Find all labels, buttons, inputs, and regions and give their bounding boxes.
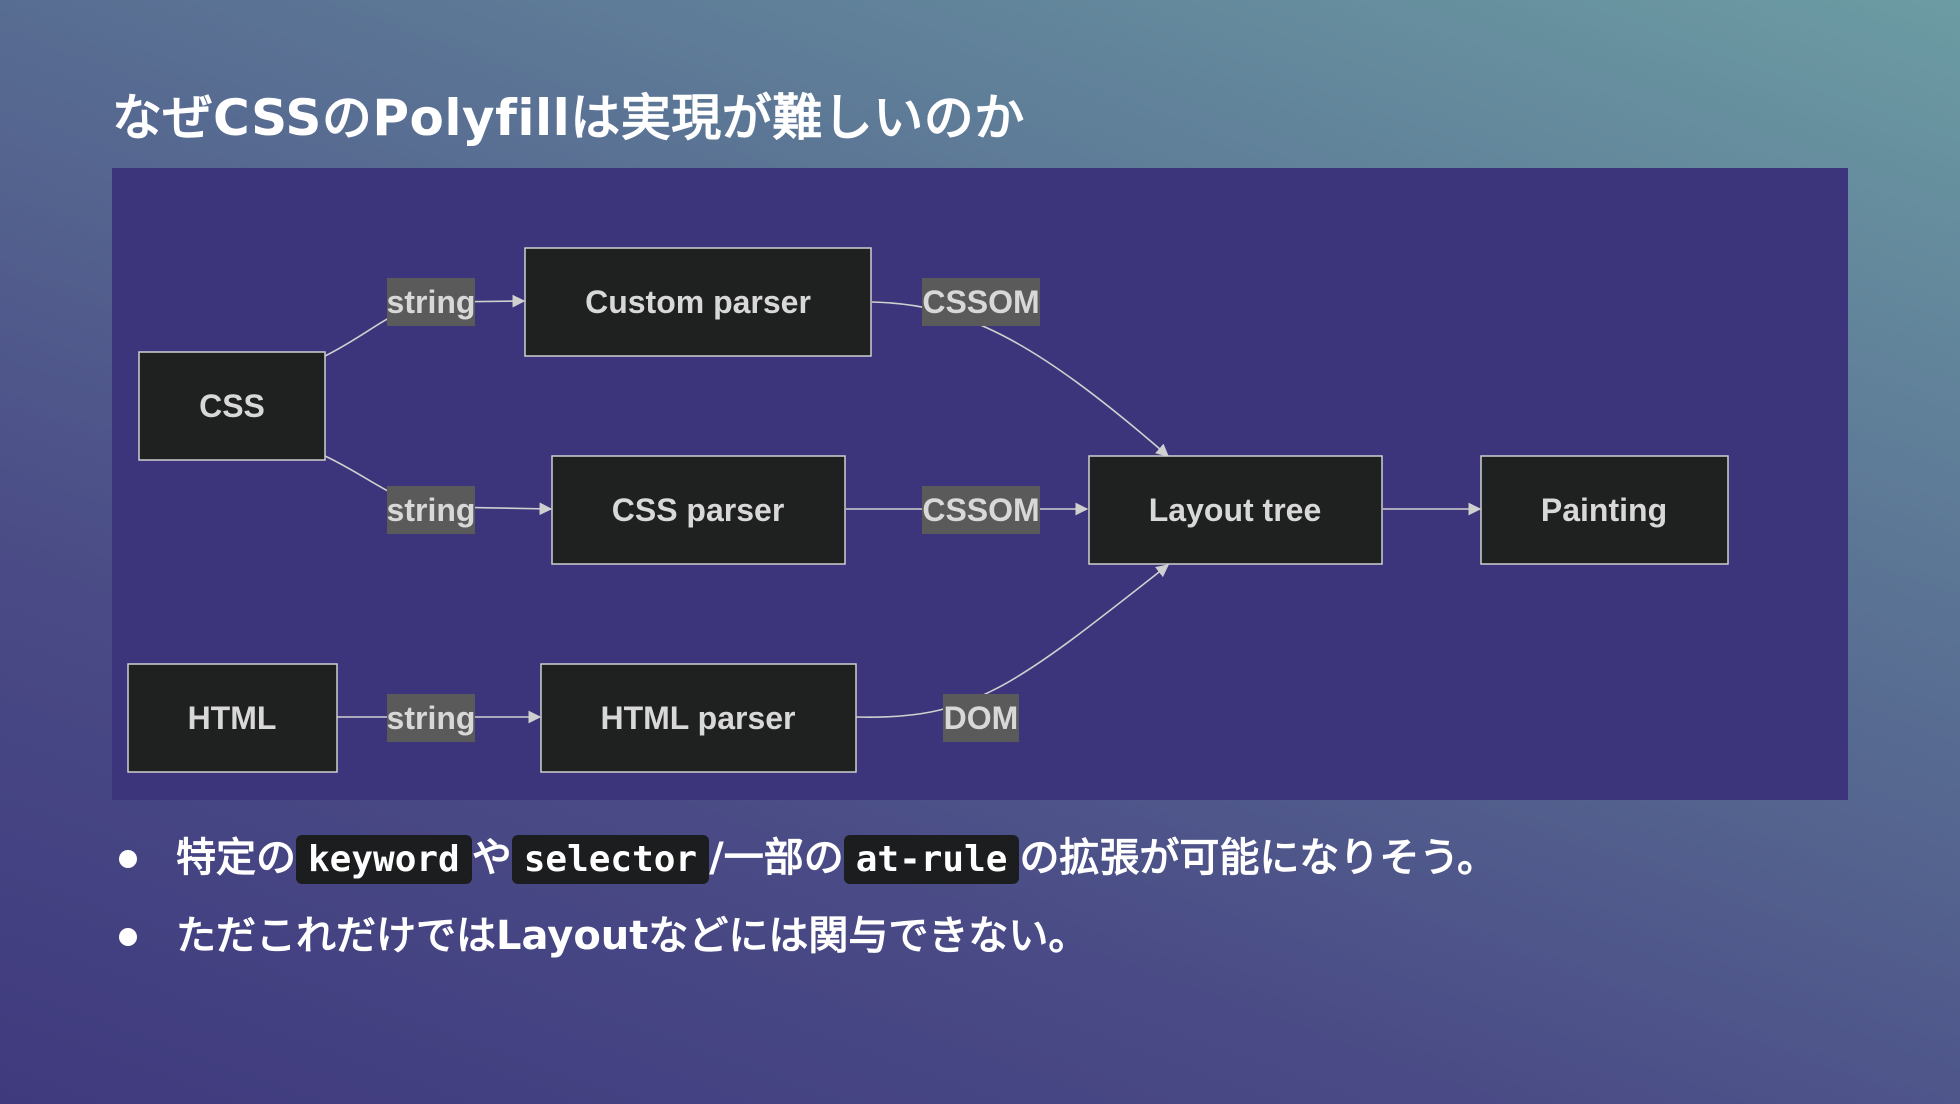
edge-label-text: DOM — [944, 700, 1019, 736]
node-custom-parser: Custom parser — [524, 247, 872, 357]
edge-label-text: CSSOM — [922, 492, 1039, 528]
bullet-dot-icon — [119, 928, 137, 946]
bullet-list: 特定の keyword や selector/一部の at-rule の拡張が可能になりそ… — [112, 826, 1497, 982]
node-label: HTML parser — [600, 700, 795, 736]
edge-label-text: string — [387, 492, 476, 528]
slide-title: なぜCSSのPolyfillは実現が難しいのか — [112, 89, 1025, 147]
edge-label-text: CSSOM — [922, 284, 1039, 320]
node-html: HTML — [127, 663, 338, 773]
node-layout-tree: Layout tree — [1088, 455, 1383, 565]
edge-label-text: string — [387, 700, 476, 736]
bullet-text: や — [471, 835, 512, 881]
node-label: Custom parser — [585, 284, 811, 320]
edge-label-string-1: string — [387, 278, 476, 326]
bullet-item-2: ただこれだけではLayoutなどには関与できない。 — [112, 904, 1497, 982]
node-label: Layout tree — [1149, 492, 1321, 528]
bullet-text: ただこれだけではLayoutなどには関与できない。 — [176, 913, 1089, 959]
bullet-text: 特定の — [176, 835, 296, 881]
bullet-item-1: 特定の keyword や selector/一部の at-rule の拡張が可能になりそ… — [112, 826, 1497, 904]
edge-label-text: string — [387, 284, 476, 320]
edge-label-cssom-1: CSSOM — [922, 278, 1040, 326]
node-label: CSS parser — [612, 492, 785, 528]
code-keyword: keyword — [296, 835, 472, 884]
bullet-dot-icon — [119, 850, 137, 868]
edge-label-string-3: string — [387, 694, 476, 742]
pipeline-diagram: string string string CSSOM CSSOM DOM CSS — [127, 247, 1729, 773]
edge-label-dom: DOM — [943, 694, 1019, 742]
node-label: CSS — [199, 388, 265, 424]
edge-label-cssom-2: CSSOM — [922, 486, 1040, 534]
bullet-text: /一部の — [709, 835, 844, 881]
diagram-panel: string string string CSSOM CSSOM DOM CSS — [112, 168, 1848, 800]
node-css: CSS — [138, 351, 326, 461]
code-at-rule: at-rule — [843, 835, 1020, 884]
bullet-text: の拡張が可能になりそう。 — [1019, 835, 1498, 881]
node-label: Painting — [1541, 492, 1667, 528]
node-painting: Painting — [1480, 455, 1729, 565]
edge-label-string-2: string — [387, 486, 476, 534]
code-selector: selector — [511, 835, 710, 884]
node-label: HTML — [188, 700, 277, 736]
node-html-parser: HTML parser — [540, 663, 857, 773]
node-css-parser: CSS parser — [551, 455, 846, 565]
